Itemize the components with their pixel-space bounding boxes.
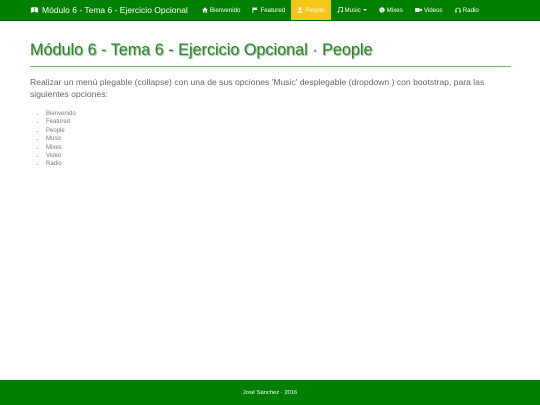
nav-item-radio[interactable]: Radio <box>449 0 485 20</box>
description-text: Realizar un menú plegable (collapse) con… <box>30 77 485 99</box>
nav-item-people[interactable]: People <box>291 0 331 20</box>
brand-title: Módulo 6 - Tema 6 - Ejercicio Opcional <box>42 5 188 15</box>
list-item: Radio <box>46 160 511 168</box>
nav-item-featured[interactable]: Featured <box>246 0 291 20</box>
footer-text: José Sánchez · 2016 <box>242 389 298 396</box>
user-icon <box>297 7 303 13</box>
globe-icon <box>378 7 385 13</box>
navbar: Módulo 6 - Tema 6 - Ejercicio Opcional B… <box>0 0 540 21</box>
nav-item-mixes[interactable]: Mixes <box>373 0 409 20</box>
flag-icon <box>252 7 258 13</box>
brand-link[interactable]: Módulo 6 - Tema 6 - Ejercicio Opcional <box>0 0 196 20</box>
video-icon <box>415 7 422 13</box>
footer: José Sánchez · 2016 <box>0 380 540 405</box>
nav-item-bienvenido[interactable]: Bienvenido <box>196 0 247 20</box>
list-item: Featured <box>46 118 511 126</box>
nav-item-label: Featured <box>260 6 286 14</box>
list-item: Mixes <box>46 144 511 152</box>
list-item: Video <box>46 152 511 160</box>
nav-item-music[interactable]: Music <box>331 0 373 20</box>
chevron-down-icon <box>362 9 367 11</box>
main-content: Módulo 6 - Tema 6 - Ejercicio Opcional ·… <box>30 40 511 169</box>
nav-item-label: People <box>305 6 325 14</box>
list-item: People <box>46 127 511 135</box>
nav-menu: Bienvenido Featured People Music Mixes V… <box>196 0 485 20</box>
nav-item-label: Bienvenido <box>209 6 241 14</box>
list-item: Music <box>46 135 511 143</box>
music-icon <box>336 7 343 13</box>
headphones-icon <box>454 7 461 13</box>
home-icon <box>202 7 208 13</box>
options-list: Bienvenido Featured People Music Mixes V… <box>46 110 511 169</box>
nav-item-label: Music <box>344 6 361 14</box>
page-title: Módulo 6 - Tema 6 - Ejercicio Opcional ·… <box>30 40 511 67</box>
book-icon <box>30 6 39 14</box>
nav-item-label: Mixes <box>386 6 403 14</box>
nav-item-label: Radio <box>462 6 479 14</box>
nav-item-videos[interactable]: Videos <box>409 0 449 20</box>
list-item: Bienvenido <box>46 110 511 118</box>
nav-item-label: Videos <box>423 6 443 14</box>
